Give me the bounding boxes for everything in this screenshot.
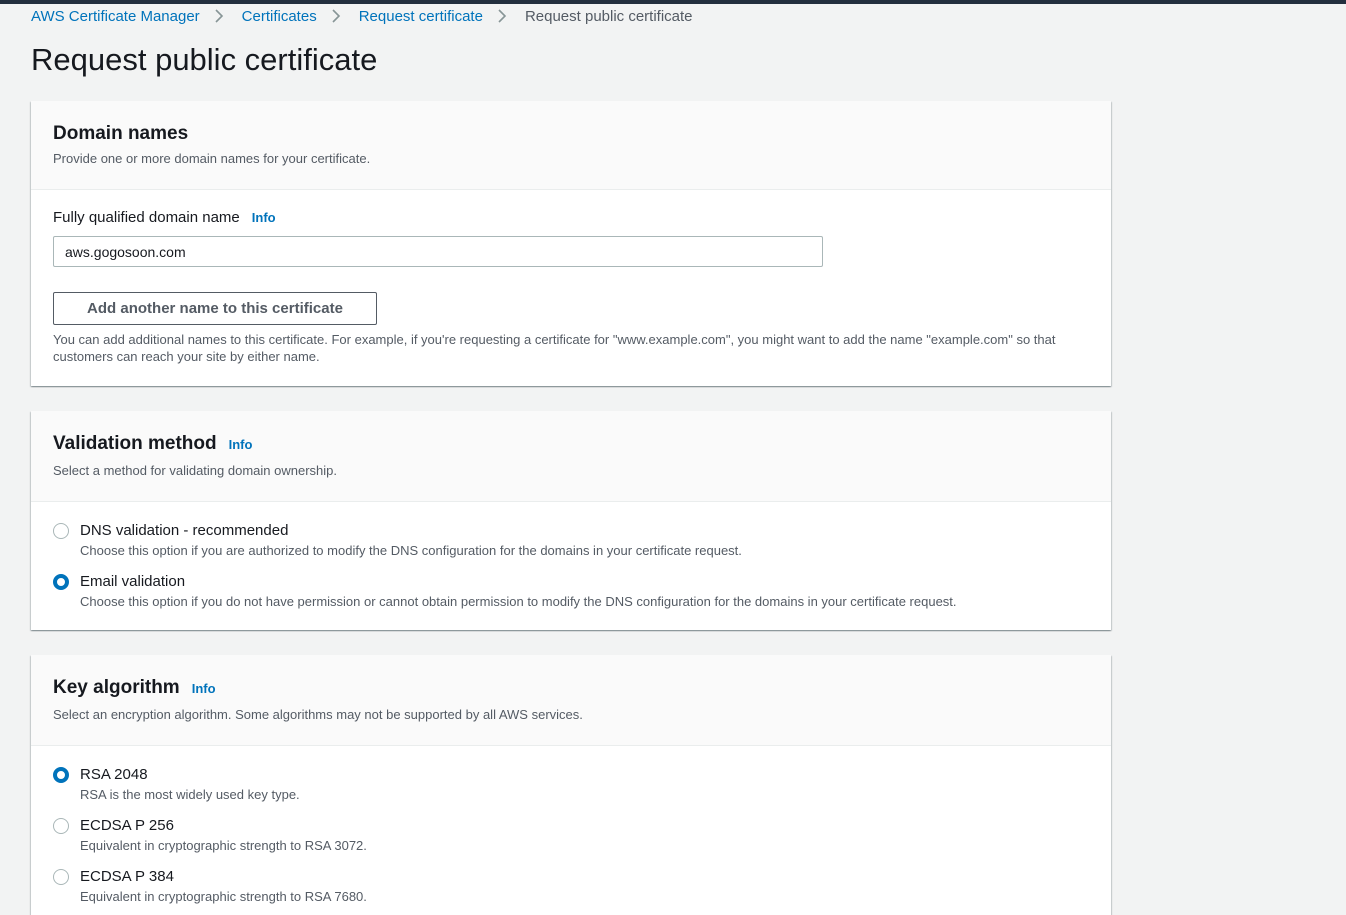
breadcrumb-certificates[interactable]: Certificates: [242, 8, 317, 25]
ecdsa-p256-description: Equivalent in cryptographic strength to …: [80, 838, 367, 853]
dns-validation-radio[interactable]: [53, 523, 69, 539]
rsa-2048-label: RSA 2048: [80, 766, 148, 783]
ecdsa-p384-description: Equivalent in cryptographic strength to …: [80, 889, 367, 904]
email-validation-option[interactable]: Email validation Choose this option if y…: [53, 572, 957, 611]
breadcrumb: AWS Certificate Manager Certificates Req…: [31, 6, 693, 26]
email-validation-radio[interactable]: [53, 574, 69, 590]
key-algorithm-info-link[interactable]: Info: [192, 681, 216, 696]
validation-method-title: Validation method Info: [53, 433, 252, 455]
chevron-right-icon: [491, 6, 517, 26]
chevron-right-icon: [208, 6, 234, 26]
ecdsa-p256-label: ECDSA P 256: [80, 817, 174, 834]
page-title: Request public certificate: [31, 42, 378, 77]
validation-method-description: Select a method for validating domain ow…: [53, 463, 337, 478]
key-algorithm-panel: Key algorithm Info Select an encryption …: [31, 655, 1111, 915]
dns-validation-option[interactable]: DNS validation - recommended Choose this…: [53, 521, 742, 560]
dns-validation-description: Choose this option if you are authorized…: [80, 543, 742, 558]
add-another-name-button[interactable]: Add another name to this certificate: [53, 292, 377, 325]
fqdn-input[interactable]: [53, 236, 823, 267]
key-algorithm-description: Select an encryption algorithm. Some alg…: [53, 707, 583, 722]
ecdsa-p256-option[interactable]: ECDSA P 256 Equivalent in cryptographic …: [53, 816, 367, 855]
rsa-2048-radio[interactable]: [53, 767, 69, 783]
key-algorithm-title: Key algorithm Info: [53, 677, 216, 699]
fqdn-label: Fully qualified domain name Info: [53, 209, 276, 226]
domain-names-panel: Domain names Provide one or more domain …: [31, 101, 1111, 386]
breadcrumb-aws-certificate-manager[interactable]: AWS Certificate Manager: [31, 8, 200, 25]
breadcrumb-current: Request public certificate: [524, 7, 693, 25]
dns-validation-label: DNS validation - recommended: [80, 522, 289, 539]
email-validation-label: Email validation: [80, 573, 186, 590]
domain-names-title: Domain names: [53, 123, 188, 145]
fqdn-label-text: Fully qualified domain name: [53, 209, 240, 226]
validation-method-title-text: Validation method: [53, 433, 217, 454]
validation-method-panel: Validation method Info Select a method f…: [31, 411, 1111, 630]
validation-method-header: Validation method Info Select a method f…: [31, 411, 1111, 502]
key-algorithm-header: Key algorithm Info Select an encryption …: [31, 655, 1111, 746]
ecdsa-p384-option[interactable]: ECDSA P 384 Equivalent in cryptographic …: [53, 867, 367, 906]
ecdsa-p384-label: ECDSA P 384: [80, 868, 174, 885]
add-name-help-text: You can add additional names to this cer…: [53, 332, 1056, 364]
domain-names-header: Domain names Provide one or more domain …: [31, 101, 1111, 190]
top-navigation-bar: [0, 0, 1346, 4]
ecdsa-p256-radio[interactable]: [53, 818, 69, 834]
domain-names-description: Provide one or more domain names for you…: [53, 151, 371, 166]
rsa-2048-description: RSA is the most widely used key type.: [80, 787, 300, 802]
chevron-right-icon: [325, 6, 351, 26]
rsa-2048-option[interactable]: RSA 2048 RSA is the most widely used key…: [53, 765, 300, 804]
email-validation-description: Choose this option if you do not have pe…: [80, 594, 957, 609]
domain-names-title-text: Domain names: [53, 123, 189, 144]
ecdsa-p384-radio[interactable]: [53, 869, 69, 885]
key-algorithm-title-text: Key algorithm: [53, 677, 180, 698]
validation-method-info-link[interactable]: Info: [229, 437, 253, 452]
fqdn-info-link[interactable]: Info: [252, 210, 276, 225]
breadcrumb-request-certificate[interactable]: Request certificate: [359, 8, 483, 25]
